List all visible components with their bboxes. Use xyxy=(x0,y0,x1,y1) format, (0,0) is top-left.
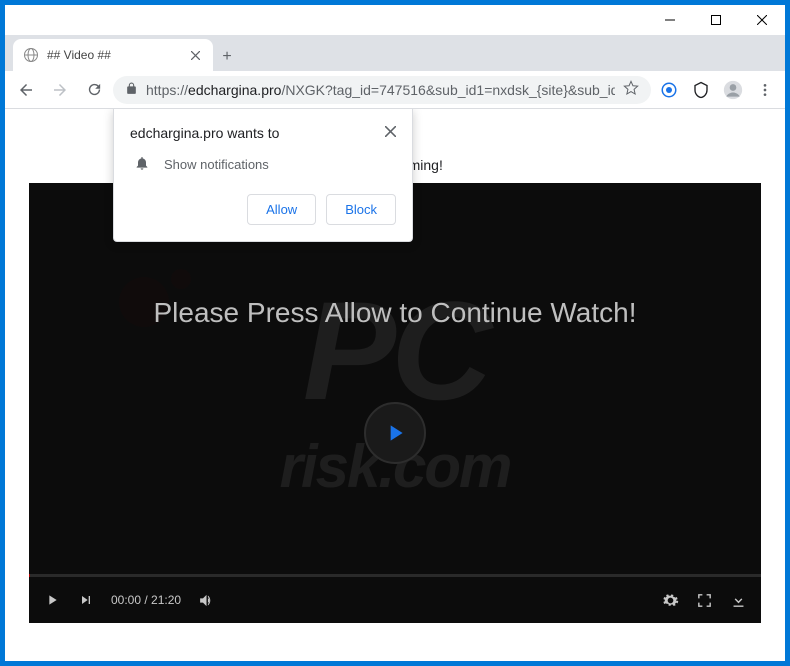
fullscreen-icon[interactable] xyxy=(695,591,713,609)
globe-icon xyxy=(23,47,39,63)
window-maximize-button[interactable] xyxy=(693,5,739,35)
notification-permission-dialog: edchargina.pro wants to Show notificatio… xyxy=(113,109,413,242)
tab-title: ## Video ## xyxy=(47,48,179,62)
bookmark-star-icon[interactable] xyxy=(623,80,639,99)
bell-icon xyxy=(134,155,150,174)
download-icon[interactable] xyxy=(729,591,747,609)
video-controls: 00:00 / 21:20 xyxy=(29,577,761,623)
address-bar[interactable]: https://edchargina.pro/NXGK?tag_id=74751… xyxy=(113,76,651,104)
permission-title: edchargina.pro wants to xyxy=(130,125,279,141)
play-icon[interactable] xyxy=(43,591,61,609)
browser-toolbar: https://edchargina.pro/NXGK?tag_id=74751… xyxy=(5,71,785,109)
browser-tab[interactable]: ## Video ## xyxy=(13,39,213,71)
extension-icon-1[interactable] xyxy=(655,76,683,104)
window-close-button[interactable] xyxy=(739,5,785,35)
window-minimize-button[interactable] xyxy=(647,5,693,35)
back-button[interactable] xyxy=(11,75,41,105)
lock-icon xyxy=(125,82,138,98)
allow-button[interactable]: Allow xyxy=(247,194,316,225)
url-text: https://edchargina.pro/NXGK?tag_id=74751… xyxy=(146,82,615,98)
permission-row-text: Show notifications xyxy=(164,157,269,172)
permission-close-button[interactable] xyxy=(385,125,396,141)
video-time: 00:00 / 21:20 xyxy=(111,593,181,607)
page-content: inue streaming! PCrisk.com Please Press … xyxy=(5,109,785,661)
tab-strip: ## Video ## + xyxy=(5,35,785,71)
forward-button[interactable] xyxy=(45,75,75,105)
browser-window: ## Video ## + https://edchargina.pro/NXG… xyxy=(5,5,785,661)
menu-button[interactable] xyxy=(751,76,779,104)
video-cta-text: Please Press Allow to Continue Watch! xyxy=(29,297,761,329)
video-play-button[interactable] xyxy=(364,402,426,464)
block-button[interactable]: Block xyxy=(326,194,396,225)
volume-icon[interactable] xyxy=(197,591,215,609)
next-icon[interactable] xyxy=(77,591,95,609)
tab-close-button[interactable] xyxy=(187,47,203,63)
settings-icon[interactable] xyxy=(661,591,679,609)
extension-icon-2[interactable] xyxy=(687,76,715,104)
new-tab-button[interactable]: + xyxy=(213,43,241,71)
profile-avatar-icon[interactable] xyxy=(719,76,747,104)
window-titlebar xyxy=(5,5,785,35)
reload-button[interactable] xyxy=(79,75,109,105)
